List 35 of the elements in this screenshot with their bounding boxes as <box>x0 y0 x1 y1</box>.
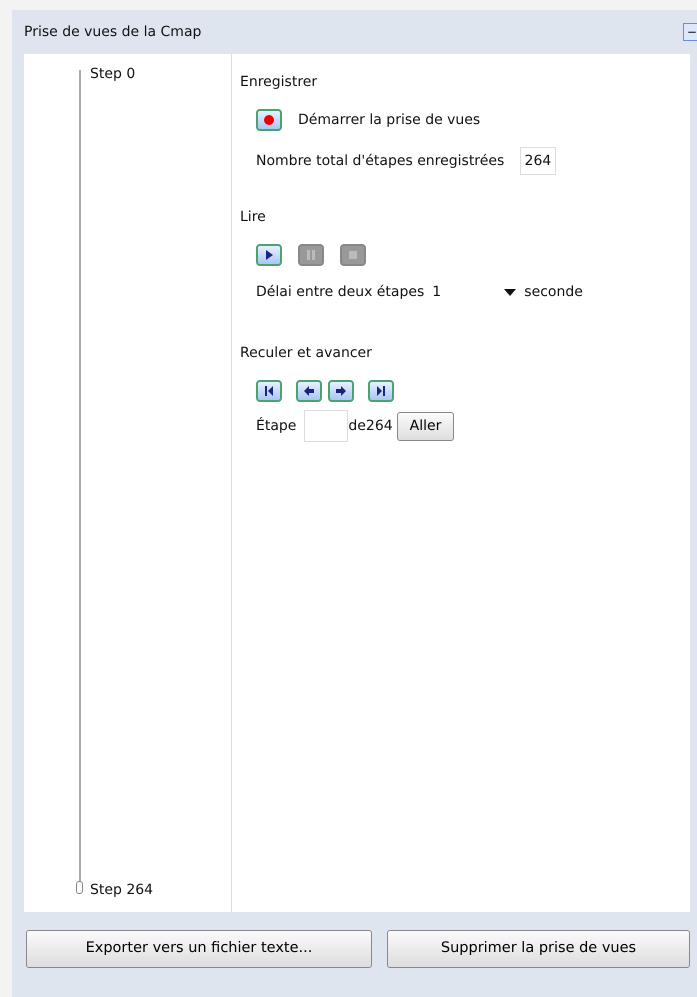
skip-end-button[interactable] <box>368 380 394 402</box>
skip-end-icon <box>375 385 387 397</box>
field-label: Nombre total d'étapes enregistrées <box>256 152 504 170</box>
play-button[interactable] <box>256 244 282 266</box>
skip-start-icon <box>263 385 275 397</box>
step-input[interactable] <box>304 410 348 442</box>
play-icon <box>263 249 275 261</box>
right-arrow-icon <box>335 385 347 397</box>
section-heading: Lire <box>240 208 266 227</box>
slider-thumb[interactable] <box>76 881 83 894</box>
record-icon <box>263 114 275 126</box>
left-arrow-button[interactable] <box>296 380 322 402</box>
skip-start-button[interactable] <box>256 380 282 402</box>
field-label: Délai entre deux étapes <box>256 283 424 302</box>
right-arrow-button[interactable] <box>328 380 354 402</box>
record-button[interactable] <box>256 109 282 131</box>
unit-label: seconde <box>524 283 583 302</box>
total-field: 264 <box>520 147 556 175</box>
slider-label: Step 0 <box>90 65 136 84</box>
stop-icon <box>347 249 359 261</box>
delay-dropdown[interactable]: 1 <box>432 282 516 303</box>
slider-label: Step 264 <box>90 881 154 900</box>
panel-title: Prise de vues de la Cmap <box>24 22 202 42</box>
field-label: de264 <box>348 416 393 436</box>
delete-button[interactable]: Supprimer la prise de vues <box>387 930 690 968</box>
field-label: Étape <box>256 416 296 436</box>
left-arrow-icon <box>303 385 315 397</box>
export-button[interactable]: Exporter vers un fichier texte... <box>26 930 372 968</box>
caret-icon <box>504 288 516 296</box>
minimize-button[interactable]: − <box>683 23 697 41</box>
pause-icon <box>305 249 317 261</box>
go-button[interactable]: Aller <box>396 412 454 440</box>
button-label: Démarrer la prise de vues <box>298 110 480 130</box>
section-heading: Reculer et avancer <box>240 344 372 363</box>
section-heading: Enregistrer <box>240 73 318 92</box>
